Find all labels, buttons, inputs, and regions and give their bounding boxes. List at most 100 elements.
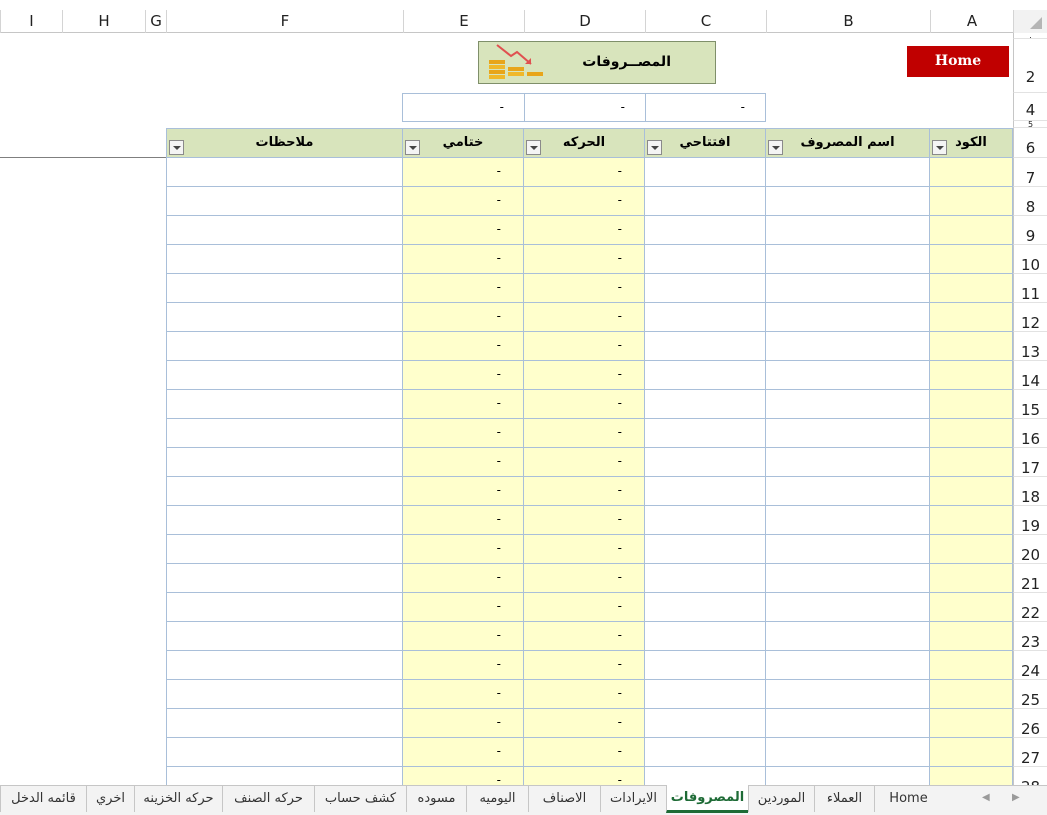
cell-notes[interactable] [166,361,403,390]
column-header-a[interactable]: A [930,10,1013,33]
cell-movement[interactable]: - [524,477,645,506]
cell-closing[interactable]: - [403,622,524,651]
cell-notes[interactable] [166,535,403,564]
sheet-tab[interactable]: مسوده [406,786,466,812]
filter-dropdown-icon[interactable] [169,140,184,155]
sheet-tab[interactable]: الموردين [748,786,814,812]
cell-movement[interactable]: - [524,303,645,332]
cell-closing[interactable]: - [403,361,524,390]
cell-notes[interactable] [166,274,403,303]
cell-name[interactable] [766,593,930,622]
cell-name[interactable] [766,622,930,651]
column-header-b[interactable]: B [766,10,930,33]
cell-closing[interactable]: - [403,564,524,593]
cell-name[interactable] [766,361,930,390]
cell-opening[interactable] [645,622,766,651]
home-button[interactable]: Home [907,46,1009,77]
total-closing-cell[interactable]: - [403,94,525,121]
row-header[interactable]: 14 [1013,361,1047,390]
cell-closing[interactable]: - [403,216,524,245]
cell-name[interactable] [766,564,930,593]
total-movement-cell[interactable]: - [524,94,646,121]
cell-notes[interactable] [166,303,403,332]
cell-opening[interactable] [645,332,766,361]
cell-movement[interactable]: - [524,593,645,622]
sheet-tab[interactable]: المصروفات [666,785,748,813]
cell-opening[interactable] [645,419,766,448]
header-opening[interactable]: افتتاحي [645,128,766,158]
row-header[interactable]: 19 [1013,506,1047,535]
row-header[interactable]: 25 [1013,680,1047,709]
cell-name[interactable] [766,187,930,216]
cell-name[interactable] [766,274,930,303]
row-header[interactable]: 27 [1013,738,1047,767]
cell-name[interactable] [766,245,930,274]
cell-name[interactable] [766,216,930,245]
cell-movement[interactable]: - [524,187,645,216]
cell-code[interactable] [930,448,1013,477]
cell-movement[interactable]: - [524,680,645,709]
row-header[interactable]: 21 [1013,564,1047,593]
cell-opening[interactable] [645,448,766,477]
row-header-5[interactable]: 5 [1013,121,1047,129]
cell-code[interactable] [930,303,1013,332]
cell-opening[interactable] [645,216,766,245]
row-header[interactable]: 12 [1013,303,1047,332]
cell-closing[interactable]: - [403,274,524,303]
cell-opening[interactable] [645,564,766,593]
cell-movement[interactable]: - [524,564,645,593]
cell-name[interactable] [766,419,930,448]
header-movement[interactable]: الحركه [524,128,645,158]
row-header[interactable]: 8 [1013,187,1047,216]
cell-closing[interactable]: - [403,158,524,187]
cell-notes[interactable] [166,390,403,419]
row-header[interactable]: 26 [1013,709,1047,738]
column-header-g[interactable]: G [145,10,166,33]
cell-notes[interactable] [166,564,403,593]
cell-code[interactable] [930,245,1013,274]
cell-closing[interactable]: - [403,709,524,738]
cell-notes[interactable] [166,738,403,767]
cell-opening[interactable] [645,477,766,506]
sheet-tab[interactable]: قائمه الدخل [0,786,86,812]
cell-code[interactable] [930,709,1013,738]
row-header[interactable]: 15 [1013,390,1047,419]
column-header-d[interactable]: D [524,10,645,33]
header-notes[interactable]: ملاحظات [166,128,403,158]
select-all-corner[interactable] [1013,10,1047,33]
cell-opening[interactable] [645,274,766,303]
cell-opening[interactable] [645,390,766,419]
cell-name[interactable] [766,709,930,738]
row-header[interactable]: 16 [1013,419,1047,448]
header-closing[interactable]: ختامي [403,128,524,158]
cell-name[interactable] [766,158,930,187]
sheet-tab[interactable]: الاصناف [528,786,600,812]
row-header[interactable]: 11 [1013,274,1047,303]
cell-code[interactable] [930,332,1013,361]
cell-code[interactable] [930,216,1013,245]
cell-name[interactable] [766,651,930,680]
cell-notes[interactable] [166,245,403,274]
cell-code[interactable] [930,477,1013,506]
cell-notes[interactable] [166,187,403,216]
cell-opening[interactable] [645,709,766,738]
cell-closing[interactable]: - [403,390,524,419]
column-header-e[interactable]: E [403,10,524,33]
cell-opening[interactable] [645,680,766,709]
column-header-i[interactable]: I [0,10,62,33]
sheet-tab[interactable]: حركه الخزينه [134,786,222,812]
cell-opening[interactable] [645,651,766,680]
cell-movement[interactable]: - [524,390,645,419]
row-header[interactable]: 22 [1013,593,1047,622]
cell-code[interactable] [930,419,1013,448]
cell-code[interactable] [930,738,1013,767]
cell-movement[interactable]: - [524,216,645,245]
cell-code[interactable] [930,390,1013,419]
cell-closing[interactable]: - [403,187,524,216]
row-header-4[interactable]: 4 [1013,93,1047,121]
cell-name[interactable] [766,303,930,332]
filter-dropdown-icon[interactable] [647,140,662,155]
cell-name[interactable] [766,332,930,361]
cell-notes[interactable] [166,651,403,680]
cell-code[interactable] [930,622,1013,651]
